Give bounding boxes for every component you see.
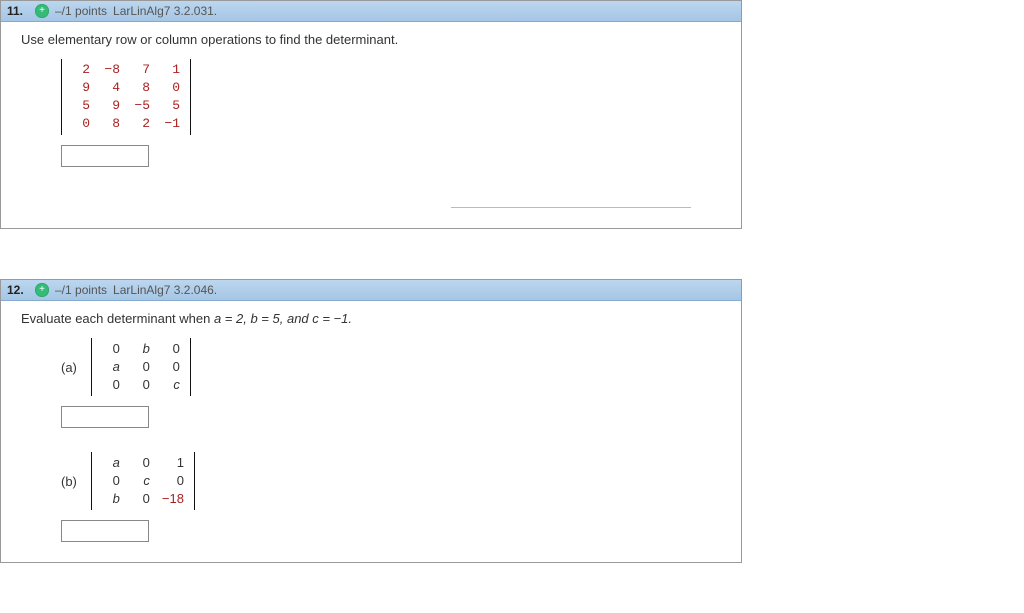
question-prompt: Use elementary row or column operations … [21,32,721,47]
question-number: 12. [7,283,29,297]
question-body: Evaluate each determinant when a = 2, b … [1,301,741,562]
question-12: 12. + –/1 points LarLinAlg7 3.2.046. Eva… [0,279,742,563]
part-a: (a) 0b0 a00 00c [61,338,721,396]
plus-icon[interactable]: + [35,283,49,297]
answer-field-11[interactable] [61,145,149,167]
part-label-b: (b) [61,474,77,489]
points-label: –/1 points [55,283,107,297]
question-prompt: Evaluate each determinant when a = 2, b … [21,311,721,326]
answer-input-12b [61,520,721,542]
plus-icon[interactable]: + [35,4,49,18]
question-number: 11. [7,4,29,18]
source-label: LarLinAlg7 3.2.046. [113,283,217,297]
answer-field-12b[interactable] [61,520,149,542]
points-label: –/1 points [55,4,107,18]
determinant-12b: a01 0c0 b0−18 [91,452,195,510]
question-header: 11. + –/1 points LarLinAlg7 3.2.031. [1,1,741,22]
question-11: 11. + –/1 points LarLinAlg7 3.2.031. Use… [0,0,742,229]
source-label: LarLinAlg7 3.2.031. [113,4,217,18]
determinant-11: 2−871 9480 59−55 082−1 [61,59,191,135]
part-b: (b) a01 0c0 b0−18 [61,452,721,510]
part-label-a: (a) [61,360,77,375]
question-header: 12. + –/1 points LarLinAlg7 3.2.046. [1,280,741,301]
determinant-12a: 0b0 a00 00c [91,338,191,396]
answer-field-12a[interactable] [61,406,149,428]
question-body: Use elementary row or column operations … [1,22,741,228]
answer-input-11 [61,145,721,167]
answer-input-12a [61,406,721,428]
